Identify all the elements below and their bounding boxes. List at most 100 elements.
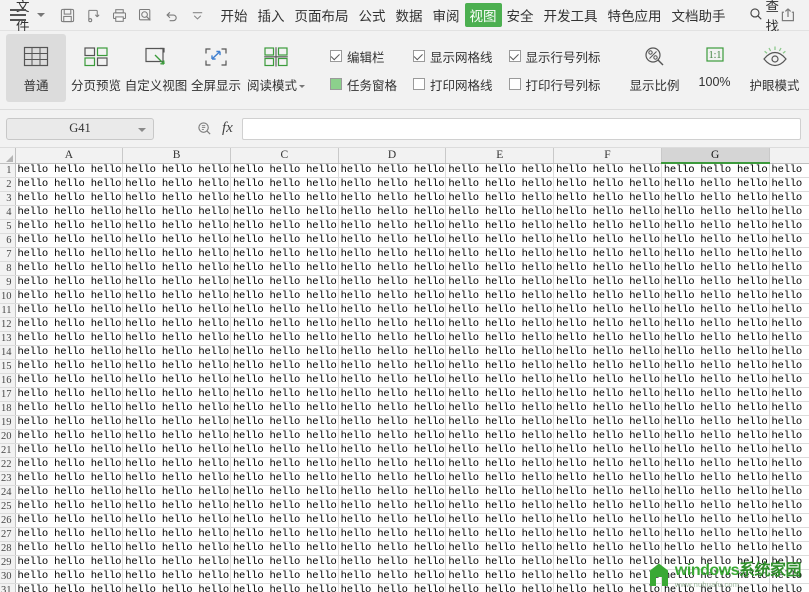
- checkbox-box[interactable]: [413, 50, 426, 62]
- checkbox-box[interactable]: [330, 78, 342, 90]
- tab-formula[interactable]: 公式: [354, 3, 391, 27]
- cell-C19[interactable]: hello hello hello: [230, 415, 339, 430]
- cell-G6[interactable]: hello hello hello: [661, 233, 770, 248]
- cell-C30[interactable]: hello hello hello: [230, 569, 339, 584]
- cell-B18[interactable]: hello hello hello: [122, 401, 231, 416]
- cell-F15[interactable]: hello hello hello: [553, 359, 662, 374]
- cell-E27[interactable]: hello hello hello: [445, 527, 555, 542]
- cell-G23[interactable]: hello hello hello: [661, 471, 770, 486]
- cell-H21[interactable]: hello hello hello: [769, 443, 809, 458]
- cell-D1[interactable]: hello hello hello: [338, 163, 447, 178]
- row-header-4[interactable]: 4: [0, 205, 16, 220]
- cell-F28[interactable]: hello hello hello: [553, 541, 662, 556]
- cell-E7[interactable]: hello hello hello: [445, 247, 555, 262]
- cell-D19[interactable]: hello hello hello: [338, 415, 447, 430]
- cell-D6[interactable]: hello hello hello: [338, 233, 447, 248]
- cell-H12[interactable]: hello hello hello: [769, 317, 809, 332]
- grid-row[interactable]: 21 hello hello hello hello hello hello hell…: [0, 443, 809, 458]
- cell-A19[interactable]: hello hello hello: [15, 415, 124, 430]
- cell-F8[interactable]: hello hello hello: [553, 261, 662, 276]
- cell-C25[interactable]: hello hello hello: [230, 499, 339, 514]
- row-header-21[interactable]: 21: [0, 443, 16, 458]
- cell-G22[interactable]: hello hello hello: [661, 457, 770, 472]
- cell-E15[interactable]: hello hello hello: [445, 359, 555, 374]
- row-header-12[interactable]: 12: [0, 317, 16, 332]
- cell-F23[interactable]: hello hello hello: [553, 471, 662, 486]
- cell-E14[interactable]: hello hello hello: [445, 345, 555, 360]
- cell-B9[interactable]: hello hello hello: [122, 275, 231, 290]
- cell-H5[interactable]: hello hello hello: [769, 219, 809, 234]
- cell-B23[interactable]: hello hello hello: [122, 471, 231, 486]
- cell-D23[interactable]: hello hello hello: [338, 471, 447, 486]
- cell-G2[interactable]: hello hello hello: [661, 177, 770, 192]
- cell-H2[interactable]: hello hello hello: [769, 177, 809, 192]
- cell-B11[interactable]: hello hello hello: [122, 303, 231, 318]
- column-header-f[interactable]: F: [553, 148, 662, 164]
- cell-C27[interactable]: hello hello hello: [230, 527, 339, 542]
- row-header-3[interactable]: 3: [0, 191, 16, 206]
- cell-G3[interactable]: hello hello hello: [661, 191, 770, 206]
- cell-A16[interactable]: hello hello hello: [15, 373, 124, 388]
- cell-G9[interactable]: hello hello hello: [661, 275, 770, 290]
- cell-C3[interactable]: hello hello hello: [230, 191, 339, 206]
- cell-C6[interactable]: hello hello hello: [230, 233, 339, 248]
- name-box[interactable]: G41: [6, 117, 154, 140]
- tab-review[interactable]: 审阅: [428, 3, 465, 27]
- cell-F19[interactable]: hello hello hello: [553, 415, 662, 430]
- row-header-10[interactable]: 10: [0, 289, 16, 304]
- cell-B6[interactable]: hello hello hello: [122, 233, 231, 248]
- cell-F18[interactable]: hello hello hello: [553, 401, 662, 416]
- cell-E19[interactable]: hello hello hello: [445, 415, 555, 430]
- cell-A26[interactable]: hello hello hello: [15, 513, 124, 528]
- cell-D20[interactable]: hello hello hello: [338, 429, 447, 444]
- cell-B14[interactable]: hello hello hello: [122, 345, 231, 360]
- cell-D7[interactable]: hello hello hello: [338, 247, 447, 262]
- cell-C20[interactable]: hello hello hello: [230, 429, 339, 444]
- cell-G13[interactable]: hello hello hello: [661, 331, 770, 346]
- cell-C29[interactable]: hello hello hello: [230, 555, 339, 570]
- undo-icon[interactable]: [163, 7, 180, 24]
- grid-row[interactable]: 19 hello hello hello hello hello hello hell…: [0, 415, 809, 430]
- cell-H23[interactable]: hello hello hello: [769, 471, 809, 486]
- grid-row[interactable]: 9 hello hello hello hello hello hello hello…: [0, 275, 809, 290]
- cell-H8[interactable]: hello hello hello: [769, 261, 809, 276]
- cell-A1[interactable]: hello hello hello: [15, 163, 124, 178]
- cell-D9[interactable]: hello hello hello: [338, 275, 447, 290]
- cell-A17[interactable]: hello hello hello: [15, 387, 124, 402]
- cell-H25[interactable]: hello hello hello: [769, 499, 809, 514]
- cell-D2[interactable]: hello hello hello: [338, 177, 447, 192]
- cell-B5[interactable]: hello hello hello: [122, 219, 231, 234]
- cell-H4[interactable]: hello hello hello: [769, 205, 809, 220]
- grid-row[interactable]: 14 hello hello hello hello hello hello hell…: [0, 345, 809, 360]
- find-button[interactable]: 查找: [749, 0, 779, 35]
- grid-row[interactable]: 22 hello hello hello hello hello hello hell…: [0, 457, 809, 472]
- grid-row[interactable]: 26 hello hello hello hello hello hello hell…: [0, 513, 809, 528]
- cell-F30[interactable]: hello hello hello: [553, 569, 662, 584]
- cell-B27[interactable]: hello hello hello: [122, 527, 231, 542]
- cell-A28[interactable]: hello hello hello: [15, 541, 124, 556]
- cell-H17[interactable]: hello hello hello: [769, 387, 809, 402]
- row-header-29[interactable]: 29: [0, 555, 16, 570]
- cell-B26[interactable]: hello hello hello: [122, 513, 231, 528]
- column-header-d[interactable]: D: [338, 148, 447, 164]
- cell-E8[interactable]: hello hello hello: [445, 261, 555, 276]
- cell-A4[interactable]: hello hello hello: [15, 205, 124, 220]
- row-header-1[interactable]: 1: [0, 163, 16, 178]
- cell-A11[interactable]: hello hello hello: [15, 303, 124, 318]
- cell-B17[interactable]: hello hello hello: [122, 387, 231, 402]
- row-header-27[interactable]: 27: [0, 527, 16, 542]
- cell-G5[interactable]: hello hello hello: [661, 219, 770, 234]
- cell-G19[interactable]: hello hello hello: [661, 415, 770, 430]
- cell-E11[interactable]: hello hello hello: [445, 303, 555, 318]
- select-all-corner[interactable]: [0, 148, 16, 164]
- row-header-26[interactable]: 26: [0, 513, 16, 528]
- cell-H19[interactable]: hello hello hello: [769, 415, 809, 430]
- cell-A7[interactable]: hello hello hello: [15, 247, 124, 262]
- cell-C28[interactable]: hello hello hello: [230, 541, 339, 556]
- checkbox-print-gridlines[interactable]: 打印网格线: [413, 75, 493, 94]
- cell-D25[interactable]: hello hello hello: [338, 499, 447, 514]
- grid-row[interactable]: 20 hello hello hello hello hello hello hell…: [0, 429, 809, 444]
- grid-row[interactable]: 13 hello hello hello hello hello hello hell…: [0, 331, 809, 346]
- cell-G10[interactable]: hello hello hello: [661, 289, 770, 304]
- chevron-down-icon[interactable]: [36, 13, 45, 17]
